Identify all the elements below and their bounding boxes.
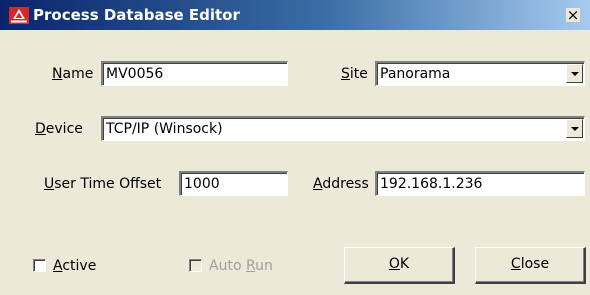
address-field-value: 192.168.1.236 <box>380 176 483 192</box>
device-dropdown-arrow-icon[interactable] <box>566 119 583 138</box>
device-select-value: TCP/IP (Winsock) <box>106 121 223 137</box>
device-label: Device <box>35 121 83 137</box>
user-time-offset-field[interactable]: 1000 <box>179 171 288 196</box>
address-field[interactable]: 192.168.1.236 <box>375 171 585 196</box>
name-label: Name <box>52 66 94 82</box>
auto-run-label: Auto Run <box>209 258 273 274</box>
name-field-value: MV0056 <box>106 66 164 82</box>
title-bar[interactable]: Process Database Editor × <box>0 0 590 30</box>
close-window-button[interactable]: × <box>566 6 580 24</box>
ok-button[interactable]: OK <box>344 247 455 284</box>
application-logo-icon <box>9 7 29 24</box>
close-icon: × <box>566 6 580 24</box>
user-time-offset-value: 1000 <box>184 176 220 192</box>
active-label[interactable]: Active <box>53 257 96 275</box>
active-checkbox[interactable] <box>33 259 46 272</box>
process-database-editor-dialog: Process Database Editor × Name MV0056 Si… <box>0 0 590 295</box>
site-select[interactable]: Panorama <box>375 61 585 86</box>
device-select[interactable]: TCP/IP (Winsock) <box>101 116 585 141</box>
site-label: Site <box>341 66 368 82</box>
auto-run-checkbox <box>189 259 202 272</box>
user-time-offset-label: User Time Offset <box>44 176 162 192</box>
window-title: Process Database Editor <box>33 6 240 24</box>
address-label: Address <box>313 176 369 192</box>
name-field[interactable]: MV0056 <box>101 61 288 86</box>
site-select-value: Panorama <box>380 66 451 82</box>
close-button[interactable]: Close <box>475 247 586 284</box>
site-dropdown-arrow-icon[interactable] <box>566 64 583 83</box>
